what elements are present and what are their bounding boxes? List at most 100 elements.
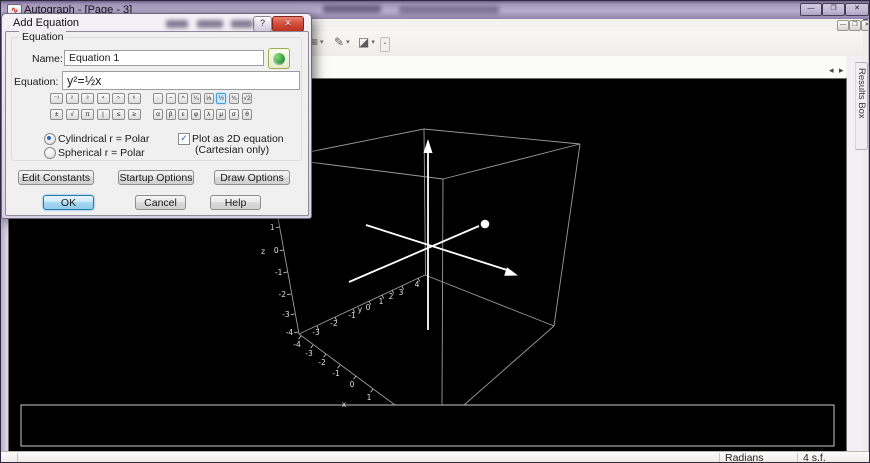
- angle-mode-status: Radians: [725, 452, 764, 463]
- spherical-radio-label: Spherical r = Polar: [58, 147, 145, 159]
- symbol-button-ε[interactable]: ε: [178, 109, 189, 120]
- svg-text:-1: -1: [275, 268, 283, 277]
- page-prev-button[interactable]: ◂: [829, 65, 834, 76]
- chevron-down-icon: ▾: [346, 39, 350, 46]
- svg-text:-3: -3: [305, 349, 313, 358]
- dialog-close-button[interactable]: ✕: [272, 16, 304, 32]
- equation-input[interactable]: y²=½x: [62, 71, 300, 90]
- blurred-menu-item: [197, 20, 223, 28]
- symbol-button-μ[interactable]: μ: [216, 109, 227, 120]
- results-box-tab[interactable]: Results Box: [855, 62, 868, 150]
- svg-text:-2: -2: [279, 290, 287, 299]
- svg-text:-2: -2: [318, 358, 326, 367]
- svg-text:z: z: [261, 247, 265, 256]
- symbol-button-row: ± √ π | ≤ ≥ α β ε φ λ μ σ θ: [48, 109, 300, 120]
- x-axis-arrow-icon: [504, 267, 518, 276]
- svg-text:1: 1: [379, 297, 384, 306]
- blurred-background-title: [399, 6, 499, 14]
- y-axis-end-sphere: [480, 219, 490, 229]
- window-close-button[interactable]: ✕: [845, 3, 869, 16]
- symbol-button-−[interactable]: −: [165, 93, 176, 104]
- precision-status: 4 s.f.: [803, 452, 826, 463]
- equation-label: Equation:: [14, 76, 59, 88]
- symbol-button-¼[interactable]: ¼: [191, 93, 201, 104]
- help-button[interactable]: Help: [210, 195, 261, 210]
- svg-text:3: 3: [399, 288, 404, 297]
- symbol-button-⅓[interactable]: ⅓: [203, 93, 214, 104]
- symbol-button-≤[interactable]: ≤: [112, 109, 125, 120]
- name-label: Name:: [32, 53, 63, 65]
- toolbar-overflow-button[interactable]: ⌄: [380, 37, 390, 52]
- symbol-button-|[interactable]: |: [96, 109, 110, 120]
- symbol-button-√2[interactable]: √2: [242, 93, 252, 104]
- symbol-button-θ[interactable]: θ: [242, 109, 252, 120]
- dialog-help-button[interactable]: ?: [253, 16, 272, 32]
- page-next-button[interactable]: ▸: [839, 65, 844, 76]
- symbol-button-^[interactable]: ^: [178, 93, 189, 104]
- svg-text:-2: -2: [330, 319, 338, 328]
- pencil-tool[interactable]: ✎ ▾: [334, 35, 350, 49]
- symbol-button-σ[interactable]: σ: [228, 109, 239, 120]
- mdi-minimize-button[interactable]: —: [837, 20, 849, 31]
- symbol-button-≥[interactable]: ≥: [127, 109, 141, 120]
- symbol-button-π[interactable]: π: [81, 109, 94, 120]
- svg-text:1: 1: [367, 393, 372, 402]
- line-style-tool[interactable]: ≡ ▾: [311, 35, 324, 49]
- plot-2d-checkbox-sublabel: (Cartesian only): [195, 144, 270, 156]
- name-input[interactable]: Equation 1: [64, 50, 264, 66]
- window-minimize-button[interactable]: —: [800, 3, 822, 16]
- symbol-button-β[interactable]: β: [165, 109, 176, 120]
- draw-options-button[interactable]: Draw Options: [214, 170, 290, 185]
- axis-ticks-and-labels: 10-1-2-3-4 -3-2-1012 34-4-3-2-101zyx: [261, 223, 421, 409]
- equation-key-box: [20, 404, 835, 447]
- symbol-button-⁻¹[interactable]: ⁻¹: [50, 93, 63, 104]
- blurred-background-title: [323, 5, 381, 13]
- svg-text:1: 1: [270, 223, 275, 232]
- eraser-icon: ◪: [358, 35, 370, 49]
- startup-options-button[interactable]: Startup Options: [118, 170, 194, 185]
- symbol-button-⁵[interactable]: ⁵: [112, 93, 125, 104]
- symbol-button-±[interactable]: ±: [50, 109, 63, 120]
- plot-2d-checkbox[interactable]: ✓: [178, 133, 190, 145]
- add-equation-dialog: Add Equation ? ✕ Equation Name: Equation…: [1, 13, 312, 219]
- x-axis-line: [365, 224, 508, 271]
- edit-constants-button[interactable]: Edit Constants: [18, 170, 94, 185]
- svg-text:0: 0: [350, 380, 355, 389]
- window-maximize-button[interactable]: ❐: [822, 3, 845, 16]
- svg-text:x: x: [342, 400, 347, 409]
- blurred-menu-item: [231, 20, 253, 28]
- eraser-tool[interactable]: ◪ ▾: [358, 35, 375, 49]
- equation-value: y²=½x: [67, 73, 102, 88]
- svg-text:0: 0: [366, 303, 371, 312]
- svg-text:-3: -3: [312, 328, 320, 337]
- symbol-button-α[interactable]: α: [153, 109, 163, 120]
- symbol-button-½[interactable]: ½: [216, 93, 227, 104]
- equation-group-label: Equation: [19, 31, 67, 43]
- cylindrical-radio-label: Cylindrical r = Polar: [58, 133, 150, 145]
- line-style-icon: ≡: [311, 35, 319, 49]
- mdi-restore-button[interactable]: ❐: [849, 20, 861, 31]
- symbol-button-⁴[interactable]: ⁴: [96, 93, 110, 104]
- spherical-radio[interactable]: [44, 147, 56, 159]
- symbol-button-√[interactable]: √: [65, 109, 79, 120]
- ok-button[interactable]: OK: [43, 195, 94, 210]
- statusbar-divider: [17, 453, 18, 462]
- symbol-button-¾[interactable]: ¾: [228, 93, 239, 104]
- symbol-button-⁶[interactable]: ⁶: [127, 93, 141, 104]
- svg-text:-1: -1: [332, 369, 340, 378]
- svg-text:4: 4: [415, 280, 420, 289]
- insert-button[interactable]: [268, 48, 290, 69]
- cylindrical-radio[interactable]: [44, 133, 56, 145]
- symbol-button-³[interactable]: ³: [81, 93, 94, 104]
- symbol-button-·[interactable]: ·: [153, 93, 163, 104]
- statusbar-divider: [797, 453, 798, 462]
- symbol-button-row: ⁻¹ ² ³ ⁴ ⁵ ⁶ · − ^ ¼ ⅓ ½ ¾ √2: [48, 93, 300, 104]
- radio-dot: [47, 136, 51, 140]
- globe-icon: [273, 52, 285, 65]
- symbol-button-φ[interactable]: φ: [191, 109, 201, 120]
- symbol-button-λ[interactable]: λ: [203, 109, 214, 120]
- cancel-button[interactable]: Cancel: [135, 195, 186, 210]
- symbol-button-²[interactable]: ²: [65, 93, 79, 104]
- pencil-icon: ✎: [334, 35, 345, 49]
- status-bar: Radians 4 s.f.: [1, 451, 869, 463]
